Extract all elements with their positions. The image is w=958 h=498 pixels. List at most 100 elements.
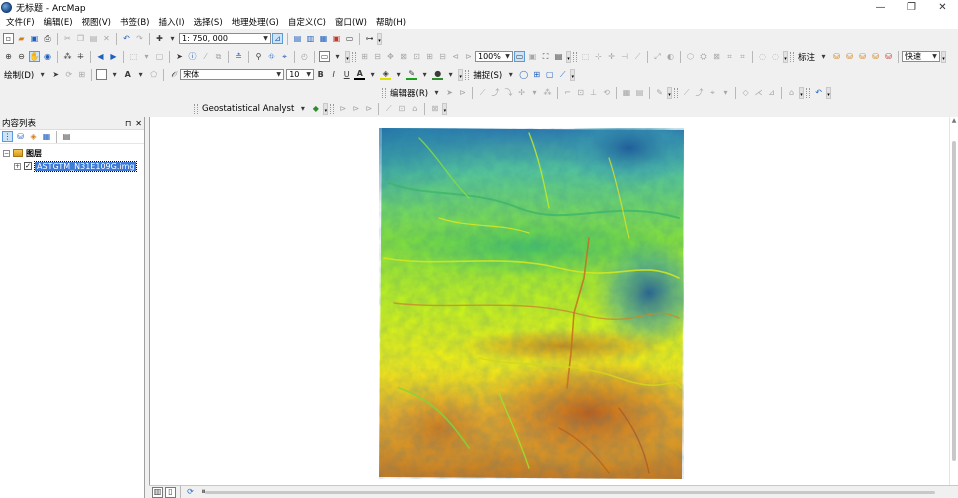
georef-tool-6-icon[interactable]: ⤢ (652, 51, 663, 62)
georef-tool-14-icon[interactable]: ◌ (770, 51, 781, 62)
toolbar-options-chevron[interactable]: ▾ (799, 86, 805, 99)
dem-raster-image[interactable] (379, 128, 684, 479)
raster-layer-label[interactable]: ASTGTM_N31E109G.img (33, 160, 138, 172)
edge-snapping-icon[interactable]: ⟋ (557, 69, 568, 80)
edit-vertices-tool-icon[interactable]: ⁂ (542, 87, 553, 98)
georef-tool-1-icon[interactable]: ⬚ (580, 51, 591, 62)
fixed-zoom-out-icon[interactable]: ⁜ (75, 51, 86, 62)
toggle-draft-mode-icon[interactable]: ▭ (514, 51, 525, 62)
topology-tool-3-icon[interactable]: ⌖ (707, 87, 718, 98)
toolbar-options-chevron[interactable]: ▾ (377, 32, 382, 45)
toolbar-options-chevron[interactable]: ▾ (566, 50, 571, 63)
toolbar-grip[interactable] (674, 87, 679, 98)
zoom-to-selected-elements-icon[interactable]: ⊞ (76, 69, 87, 80)
hyperlink-icon[interactable]: ⧉ (213, 51, 224, 62)
font-color-icon[interactable]: A (354, 69, 366, 80)
minimize-button[interactable]: — (865, 0, 896, 15)
toolbar-options-chevron[interactable]: ▾ (442, 102, 448, 115)
layout-zoom-out-icon[interactable]: ⊟ (372, 51, 383, 62)
snapping-dropdown-icon[interactable]: ▾ (505, 69, 516, 80)
georef-tool-13-icon[interactable]: ◌ (757, 51, 768, 62)
data-view-icon[interactable]: ▥ (152, 486, 163, 498)
split-tool-icon[interactable]: ⊥ (588, 87, 599, 98)
animation-tool-7-icon[interactable]: ⊠ (429, 103, 440, 114)
line-color-icon[interactable]: ✎ (406, 69, 418, 80)
georef-tool-4-icon[interactable]: ⊣ (619, 51, 630, 62)
new-text-icon[interactable]: A (122, 69, 133, 80)
zoom-in-icon[interactable]: ⊕ (3, 51, 14, 62)
topology-dropdown-icon[interactable]: ▾ (720, 87, 731, 98)
select-elements-icon[interactable]: ➤ (50, 69, 61, 80)
fixed-zoom-out-page-icon[interactable]: ⊟ (437, 51, 448, 62)
toolbar-options-chevron[interactable]: ▾ (570, 68, 576, 81)
toolbar-grip[interactable] (194, 103, 198, 114)
pin-icon[interactable]: ⊓ (125, 119, 131, 128)
geostatistical-analyst-menu[interactable]: Geostatistical Analyst (202, 104, 294, 114)
modelbuilder-icon[interactable]: ⊶ (364, 33, 375, 44)
menu-geoprocessing[interactable]: 地理处理(G) (232, 16, 279, 28)
change-layout-icon[interactable]: ⛶ (540, 51, 551, 62)
undo-edit-icon[interactable]: ↶ (813, 87, 824, 98)
marker-color-icon[interactable]: ● (432, 69, 444, 80)
marker-color-dropdown-icon[interactable]: ▾ (445, 69, 456, 80)
georef-tool-3-icon[interactable]: ✛ (606, 51, 617, 62)
pan-hand-icon[interactable]: ✋ (29, 51, 40, 62)
go-to-xy-icon[interactable]: ⌖ (279, 51, 290, 62)
html-popup-icon[interactable]: ⁄ (200, 51, 211, 62)
topology-tool-7-icon[interactable]: ⌂ (786, 87, 797, 98)
full-extent-globe-icon[interactable]: ◉ (42, 51, 53, 62)
map-scale-combo[interactable]: 1: 750, 000 ▼ (179, 33, 271, 44)
toolbar-options-chevron[interactable]: ▾ (826, 86, 832, 99)
menu-customize[interactable]: 自定义(C) (288, 16, 326, 28)
menu-windows[interactable]: 窗口(W) (335, 16, 367, 28)
select-features-icon[interactable]: ⬚ (128, 51, 139, 62)
toolbar-options-chevron[interactable]: ▾ (323, 102, 329, 115)
undo-icon[interactable]: ↶ (121, 33, 132, 44)
topology-tool-1-icon[interactable]: ⟋ (681, 87, 692, 98)
rotate-tool-icon[interactable]: ⟲ (601, 87, 612, 98)
layer-visibility-checkbox[interactable]: ✓ (24, 162, 32, 170)
data-driven-pages-icon[interactable]: ▤ (553, 51, 564, 62)
toolbar-grip[interactable] (382, 87, 386, 98)
create-viewer-window-icon[interactable]: ▭ (319, 51, 330, 62)
menu-file[interactable]: 文件(F) (6, 16, 35, 28)
draw-dropdown-icon[interactable]: ▾ (37, 69, 48, 80)
vertex-snapping-icon[interactable]: ▢ (544, 69, 555, 80)
table-of-contents-icon[interactable]: ▤ (292, 33, 303, 44)
menu-edit[interactable]: 编辑(E) (44, 16, 73, 28)
raster-layer-row[interactable]: + ✓ ASTGTM_N31E109G.img (0, 160, 144, 172)
zoom-whole-page-icon[interactable]: ⊠ (398, 51, 409, 62)
map-vertical-scrollbar[interactable]: ▲ (949, 117, 958, 485)
select-elements-arrow-icon[interactable]: ➤ (174, 51, 185, 62)
add-data-dropdown-icon[interactable]: ▾ (167, 33, 178, 44)
map-horizontal-scrollbar[interactable] (205, 491, 935, 494)
identify-icon[interactable]: ⓘ (187, 51, 198, 62)
toolbar-grip[interactable] (465, 69, 470, 80)
text-dropdown-icon[interactable]: ▾ (135, 69, 146, 80)
zoom-out-icon[interactable]: ⊖ (16, 51, 27, 62)
menu-selection[interactable]: 选择(S) (194, 16, 223, 28)
geostatistical-wizard-icon[interactable]: ◆ (310, 103, 321, 114)
list-by-visibility-icon[interactable]: ◈ (28, 131, 39, 142)
construction-dropdown-icon[interactable]: ▾ (529, 87, 540, 98)
cut-icon[interactable]: ✂ (62, 33, 73, 44)
catalog-window-icon[interactable]: ▥ (305, 33, 316, 44)
font-name-combo[interactable]: 宋体 ▼ (180, 69, 285, 80)
topology-tool-6-icon[interactable]: ⊿ (766, 87, 777, 98)
layout-zoom-in-icon[interactable]: ⊞ (359, 51, 370, 62)
fill-color-icon[interactable]: ◈ (380, 69, 392, 80)
georef-tool-7-icon[interactable]: ◐ (665, 51, 676, 62)
find-binoculars-icon[interactable]: ⚲ (253, 51, 264, 62)
paste-icon[interactable]: ▤ (88, 33, 99, 44)
topology-tool-4-icon[interactable]: ◇ (740, 87, 751, 98)
list-by-drawing-order-icon[interactable]: ⋮ (2, 131, 13, 142)
labeling-dropdown-icon[interactable]: ▾ (818, 51, 829, 62)
fixed-zoom-in-page-icon[interactable]: ⊞ (424, 51, 435, 62)
measure-icon[interactable]: ≛ (233, 51, 244, 62)
georef-tool-5-icon[interactable]: ⟋ (632, 51, 643, 62)
add-data-icon[interactable]: ✚ (154, 33, 165, 44)
copy-icon[interactable]: ❐ (75, 33, 86, 44)
georef-tool-2-icon[interactable]: ⊹ (593, 51, 604, 62)
list-by-source-icon[interactable]: ⛁ (15, 131, 26, 142)
search-window-icon[interactable]: ▦ (318, 33, 329, 44)
